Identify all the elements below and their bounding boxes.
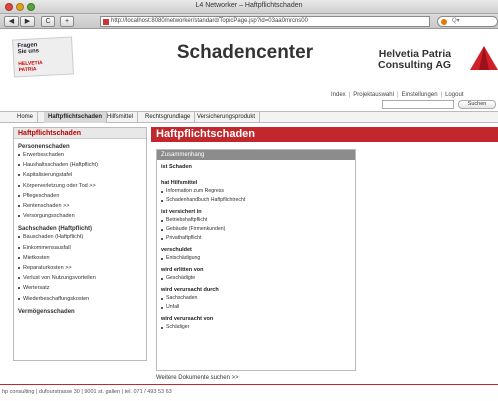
sidebar-item[interactable]: Pflegeschaden [14,191,146,201]
relation-link[interactable]: Gebäude (Firmenkunden) [157,225,355,234]
sidebar-item[interactable]: Bauschaden (Haftpflicht) [14,232,146,242]
back-button[interactable]: ◀ [4,16,19,27]
relation-heading: verschuldet [161,247,192,253]
site-title: Schadencenter [176,42,314,63]
sidebar-section-vermoegensschaden[interactable]: Vermögensschaden [14,309,146,315]
brand-line-2: Consulting AG [378,59,452,71]
footer-divider [0,384,498,385]
ask-us-logo[interactable]: Fragen Sie uns HELVETIA PATRIA [12,36,74,78]
search-button[interactable]: Suchen [458,100,496,109]
main-nav: Home Haftpflichtschaden Hilfsmittel Rech… [0,111,498,123]
tab-versicherungsprodukt[interactable]: Versicherungsprodukt [193,112,261,123]
relation-heading: wird verursacht von [161,316,214,322]
relation-link[interactable]: Schadenhandbuch Haftpflichtrecht [157,196,355,205]
footer-contact: hp consulting | dufourstrasse 30 | 9001 … [2,389,172,395]
sidebar-title[interactable]: Haftpflichtschaden [14,128,146,139]
browser-toolbar: ◀ ▶ C + http://localhost:8080/networker/… [0,14,498,29]
util-link-logout[interactable]: Logout [445,92,463,98]
reload-button[interactable]: C [41,16,55,27]
window-title: L4 Networker – Haftpflichtschaden [195,2,303,9]
relation-heading: wird verursacht durch [161,287,219,293]
util-link-projektauswahl[interactable]: Projektauswahl [353,92,394,98]
add-bookmark-button[interactable]: + [60,16,74,27]
logo-line-4: PATRIA [18,66,37,74]
address-bar[interactable]: http://localhost:8080/networker/standard… [100,16,430,27]
brand-name: Helvetia Patria Consulting AG [378,49,451,71]
sidebar-item[interactable]: Wertersatz [14,283,146,293]
sidebar-item[interactable]: Verlust von Nutzungsvorteilen [14,273,146,283]
more-documents-link[interactable]: Weitere Dokumente suchen >> [156,375,239,381]
relations-panel: Zusammenhang ist Schaden hat Hilfsmittel… [156,149,356,371]
relation-link[interactable]: Schädiger [157,323,355,332]
forward-button[interactable]: ▶ [20,16,35,27]
tab-hilfsmittel[interactable]: Hilfsmittel [103,112,139,123]
sidebar: Haftpflichtschaden Personenschaden Erwer… [13,127,147,361]
relation-link[interactable]: Unfall [157,303,355,312]
util-link-einstellungen[interactable]: Einstellungen [402,92,438,98]
relation-link[interactable]: Geschädigte [157,274,355,283]
address-url: http://localhost:8080/networker/standard… [111,18,308,24]
sidebar-item[interactable]: Versorgungsschaden [14,211,146,221]
search-engine-icon [441,19,447,25]
relation-link[interactable]: Entschädigung [157,254,355,263]
sidebar-item[interactable]: Reparaturkosten >> [14,263,146,273]
sidebar-item[interactable]: Erwerbsschaden [14,150,146,160]
utility-links: Index | Projektauswahl | Einstellungen | Logou… [331,92,464,98]
relation-link[interactable]: Betriebshaftpflicht [157,216,355,225]
util-link-index[interactable]: Index [331,92,346,98]
sidebar-item[interactable]: Mietkosten [14,253,146,263]
sidebar-item[interactable]: Körperverletzung oder Tod >> [14,181,146,191]
window-titlebar: L4 Networker – Haftpflichtschaden [0,0,498,14]
browser-search-field[interactable]: Q▾ [437,16,498,27]
sidebar-item[interactable]: Wiederbeschaffungskosten [14,294,146,304]
favicon-icon [103,19,109,25]
relation-heading: hat Hilfsmittel [161,180,198,186]
tab-haftpflichtschaden[interactable]: Haftpflichtschaden [44,112,108,123]
browser-search-text: Q▾ [452,18,460,24]
site-search-input[interactable] [382,100,454,109]
tab-home[interactable]: Home [13,112,39,123]
sidebar-item[interactable]: Haushaltsschaden (Haftpflicht) [14,160,146,170]
page-title: Haftpflichtschaden [151,127,498,142]
relation-link[interactable]: Information zum Regress [157,187,355,196]
relation-link[interactable]: Privathaftpflicht [157,234,355,243]
relation-heading: ist versichert in [161,209,202,215]
relation-heading: ist Schaden [161,164,192,170]
panel-header: Zusammenhang [157,150,355,160]
sidebar-item[interactable]: Rentenschaden >> [14,201,146,211]
sidebar-item[interactable]: Kapitalisierungstafel [14,170,146,180]
sidebar-item[interactable]: Einkommensausfall [14,243,146,253]
brand-triangle-icon [470,46,498,70]
relation-link[interactable]: Sachschaden [157,294,355,303]
relation-heading: wird erlitten von [161,267,204,273]
tab-rechtsgrundlage[interactable]: Rechtsgrundlage [141,112,196,123]
